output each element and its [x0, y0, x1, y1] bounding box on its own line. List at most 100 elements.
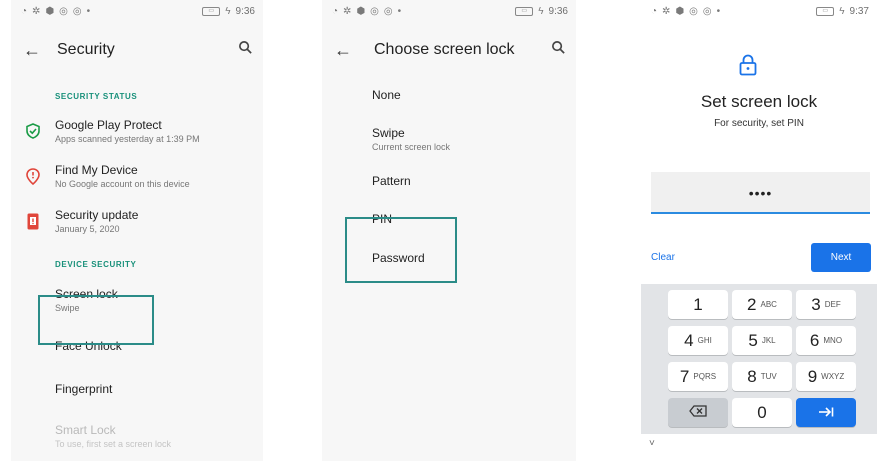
- key-digit: 5: [748, 330, 758, 350]
- shield-notif-icon: ⬢: [45, 5, 55, 17]
- item-subtitle: No Google account on this device: [55, 179, 190, 189]
- option-swipe[interactable]: Swipe Current screen lock: [322, 126, 576, 152]
- charging-icon: ϟ: [839, 5, 845, 17]
- settings-notif-icon: ✲: [32, 5, 41, 17]
- item-subtitle: To use, first set a screen lock: [55, 439, 172, 449]
- sync-icon-2: ◎: [72, 5, 82, 17]
- battery-icon: ▭: [515, 6, 534, 16]
- charging-icon: ϟ: [538, 5, 544, 17]
- item-subtitle: January 5, 2020: [55, 224, 120, 234]
- key-9[interactable]: 9 WXYZ: [796, 362, 856, 391]
- highlight-box-pin-password: [345, 217, 457, 283]
- key-1[interactable]: 1: [668, 290, 728, 319]
- battery-icon: ▭: [816, 6, 835, 16]
- status-time: 9:37: [849, 5, 869, 17]
- list-item-find-my-device[interactable]: Find My Device No Google account on this…: [11, 163, 263, 189]
- key-digit: 4: [684, 330, 694, 350]
- dot-icon: •: [86, 5, 91, 17]
- key-6[interactable]: 6 MNO: [796, 326, 856, 355]
- chevron-down-icon[interactable]: ˅: [649, 438, 655, 449]
- tab-arrow-icon: [818, 405, 834, 421]
- sync-icon: ◎: [689, 5, 698, 17]
- security-screen: ◔ ✲ ⬢ ◎ ◎ • ▭ ϟ 9:36 ← Security SECURITY…: [11, 0, 263, 461]
- phone-alert-icon: [11, 213, 55, 230]
- list-item-security-update[interactable]: Security update January 5, 2020: [11, 208, 263, 234]
- wifi-icon: ◔: [651, 5, 658, 17]
- list-item-fingerprint[interactable]: Fingerprint: [11, 382, 263, 396]
- clear-button[interactable]: Clear: [651, 252, 675, 263]
- key-4[interactable]: 4 GHI: [668, 326, 728, 355]
- key-3[interactable]: 3 DEF: [796, 290, 856, 319]
- item-title: Smart Lock: [55, 423, 116, 437]
- key-7[interactable]: 7 PQRS: [668, 362, 728, 391]
- option-subtitle: Current screen lock: [372, 142, 451, 152]
- settings-notif-icon: ✲: [343, 5, 352, 17]
- wifi-icon: ◔: [21, 5, 28, 17]
- back-arrow-icon[interactable]: ←: [23, 40, 57, 61]
- shield-notif-icon: ⬢: [675, 5, 685, 17]
- key-digit: 9: [807, 366, 818, 386]
- back-arrow-icon[interactable]: ←: [334, 40, 374, 61]
- key-letters: MNO: [823, 336, 843, 345]
- status-time: 9:36: [235, 5, 255, 17]
- option-label: Pattern: [372, 174, 411, 188]
- key-5[interactable]: 5 JKL: [732, 326, 792, 355]
- lock-icon: [739, 54, 757, 81]
- item-title: Security update: [55, 208, 139, 222]
- key-letters: WXYZ: [821, 372, 845, 381]
- item-title: Find My Device: [55, 163, 138, 177]
- battery-icon: ▭: [202, 6, 221, 16]
- key-letters: DEF: [824, 300, 841, 309]
- section-header-device-security: DEVICE SECURITY: [55, 260, 137, 269]
- pin-input[interactable]: ••••: [651, 172, 870, 214]
- key-digit: 1: [693, 294, 703, 314]
- sync-icon-2: ◎: [383, 5, 393, 17]
- key-digit: 7: [679, 366, 690, 386]
- next-button[interactable]: Next: [811, 243, 871, 272]
- search-icon[interactable]: [551, 40, 566, 60]
- highlight-box-screen-lock: [38, 295, 154, 345]
- page-title: Security: [57, 41, 115, 58]
- sync-icon: ◎: [370, 5, 379, 17]
- shield-check-icon: [11, 123, 55, 139]
- charging-icon: ϟ: [225, 5, 231, 17]
- app-bar: ← Choose screen lock: [322, 30, 576, 70]
- key-2[interactable]: 2 ABC: [732, 290, 792, 319]
- list-item-smart-lock: Smart Lock To use, first set a screen lo…: [11, 423, 263, 449]
- page-title: Set screen lock: [700, 92, 818, 111]
- option-none[interactable]: None: [322, 88, 576, 102]
- status-bar: ◔ ✲ ⬢ ◎ ◎ • ▭ ϟ 9:36: [322, 0, 576, 22]
- key-digit: 3: [811, 294, 821, 314]
- backspace-icon: [689, 404, 707, 422]
- app-bar: ← Security: [11, 30, 263, 70]
- page-title: Choose screen lock: [374, 41, 515, 58]
- key-digit: 8: [747, 366, 757, 386]
- status-bar: ◔ ✲ ⬢ ◎ ◎ • ▭ ϟ 9:37: [641, 0, 877, 22]
- key-8[interactable]: 8 TUV: [732, 362, 792, 391]
- key-letters: PQRS: [693, 372, 717, 381]
- section-header-security-status: SECURITY STATUS: [55, 92, 138, 101]
- backspace-key[interactable]: [668, 398, 728, 427]
- page-subtitle: For security, set PIN: [714, 118, 804, 129]
- item-title: Google Play Protect: [55, 118, 162, 132]
- wifi-icon: ◔: [332, 5, 339, 17]
- status-time: 9:36: [548, 5, 568, 17]
- search-icon[interactable]: [238, 40, 253, 60]
- status-bar: ◔ ✲ ⬢ ◎ ◎ • ▭ ϟ 9:36: [11, 0, 263, 22]
- option-label: Swipe: [372, 126, 405, 140]
- list-item-play-protect[interactable]: Google Play Protect Apps scanned yesterd…: [11, 118, 263, 144]
- dot-icon: •: [397, 5, 402, 17]
- numeric-keypad: 1 2 ABC 3 DEF 4 GHI 5 JKL 6 MNO 7 PQRS 8 TUV 9W…: [641, 284, 877, 434]
- settings-notif-icon: ✲: [662, 5, 671, 17]
- option-label: None: [372, 88, 401, 102]
- enter-key[interactable]: [796, 398, 856, 427]
- key-letters: JKL: [761, 336, 776, 345]
- sync-icon: ◎: [59, 5, 68, 17]
- set-screen-lock-screen: ◔ ✲ ⬢ ◎ ◎ • ▭ ϟ 9:37 Set screen lock For…: [641, 0, 877, 461]
- location-pin-icon: [11, 167, 55, 185]
- option-pattern[interactable]: Pattern: [322, 174, 576, 188]
- key-letters: TUV: [760, 372, 777, 381]
- sync-icon-2: ◎: [702, 5, 712, 17]
- key-0[interactable]: 0: [732, 398, 792, 427]
- choose-screen-lock-screen: ◔ ✲ ⬢ ◎ ◎ • ▭ ϟ 9:36 ← Choose screen loc…: [322, 0, 576, 461]
